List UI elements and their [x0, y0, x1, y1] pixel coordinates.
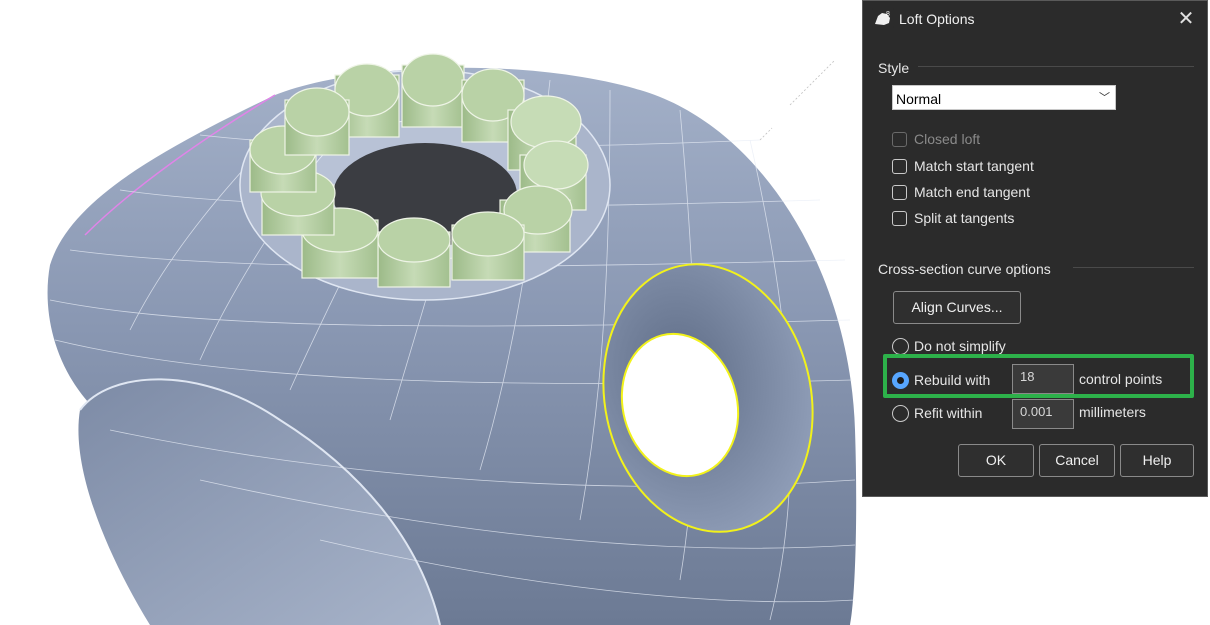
checkbox-label: Match start tangent	[914, 158, 1034, 174]
loft-options-dialog: 8 Loft Options ✕ Style Normal ﹀ Closed l…	[862, 0, 1208, 497]
style-section-label: Style	[878, 60, 910, 76]
construction-line	[789, 59, 836, 106]
close-button[interactable]: ✕	[1171, 5, 1201, 33]
help-button[interactable]: Help	[1120, 444, 1194, 477]
cross-section-divider	[1073, 267, 1194, 268]
style-selected-value: Normal	[896, 91, 942, 107]
checkbox-box	[892, 185, 907, 200]
rhino-8-icon: 8	[872, 8, 894, 28]
radio-label: Do not simplify	[914, 338, 1006, 354]
gem	[451, 211, 525, 281]
style-divider	[918, 66, 1194, 67]
chevron-down-icon: ﹀	[1099, 92, 1110, 104]
style-dropdown[interactable]: Normal ﹀	[892, 85, 1116, 110]
rebuild-control-points-input[interactable]: 18	[1012, 364, 1074, 394]
radio-dot	[892, 338, 909, 355]
gem	[401, 53, 465, 128]
align-curves-button[interactable]: Align Curves...	[893, 291, 1021, 324]
checkbox-box	[892, 211, 907, 226]
construction-line	[759, 127, 773, 141]
rhino-viewport[interactable]	[0, 0, 860, 625]
dialog-titlebar[interactable]: 8 Loft Options ✕	[863, 1, 1207, 37]
radio-dot	[892, 405, 909, 422]
cross-section-label: Cross-section curve options	[878, 261, 1051, 277]
ok-button[interactable]: OK	[958, 444, 1034, 477]
refit-unit-label: millimeters	[1079, 404, 1146, 420]
radio-label: Rebuild with	[914, 372, 991, 388]
cancel-button[interactable]: Cancel	[1039, 444, 1115, 477]
checkbox-label: Closed loft	[914, 131, 981, 147]
gem	[284, 87, 350, 156]
ring-model[interactable]	[47, 53, 857, 625]
svg-text:8: 8	[886, 11, 890, 18]
radio-label: Refit within	[914, 405, 983, 421]
checkbox-box	[892, 132, 907, 147]
checkbox-label: Split at tangents	[914, 210, 1015, 226]
checkbox-box	[892, 159, 907, 174]
checkbox-label: Match end tangent	[914, 184, 1030, 200]
close-icon: ✕	[1177, 8, 1195, 30]
rebuild-unit-label: control points	[1079, 371, 1163, 387]
gem	[377, 217, 451, 288]
radio-dot	[892, 372, 909, 389]
refit-tolerance-input[interactable]: 0.001	[1012, 399, 1074, 429]
dialog-title: Loft Options	[899, 11, 975, 27]
